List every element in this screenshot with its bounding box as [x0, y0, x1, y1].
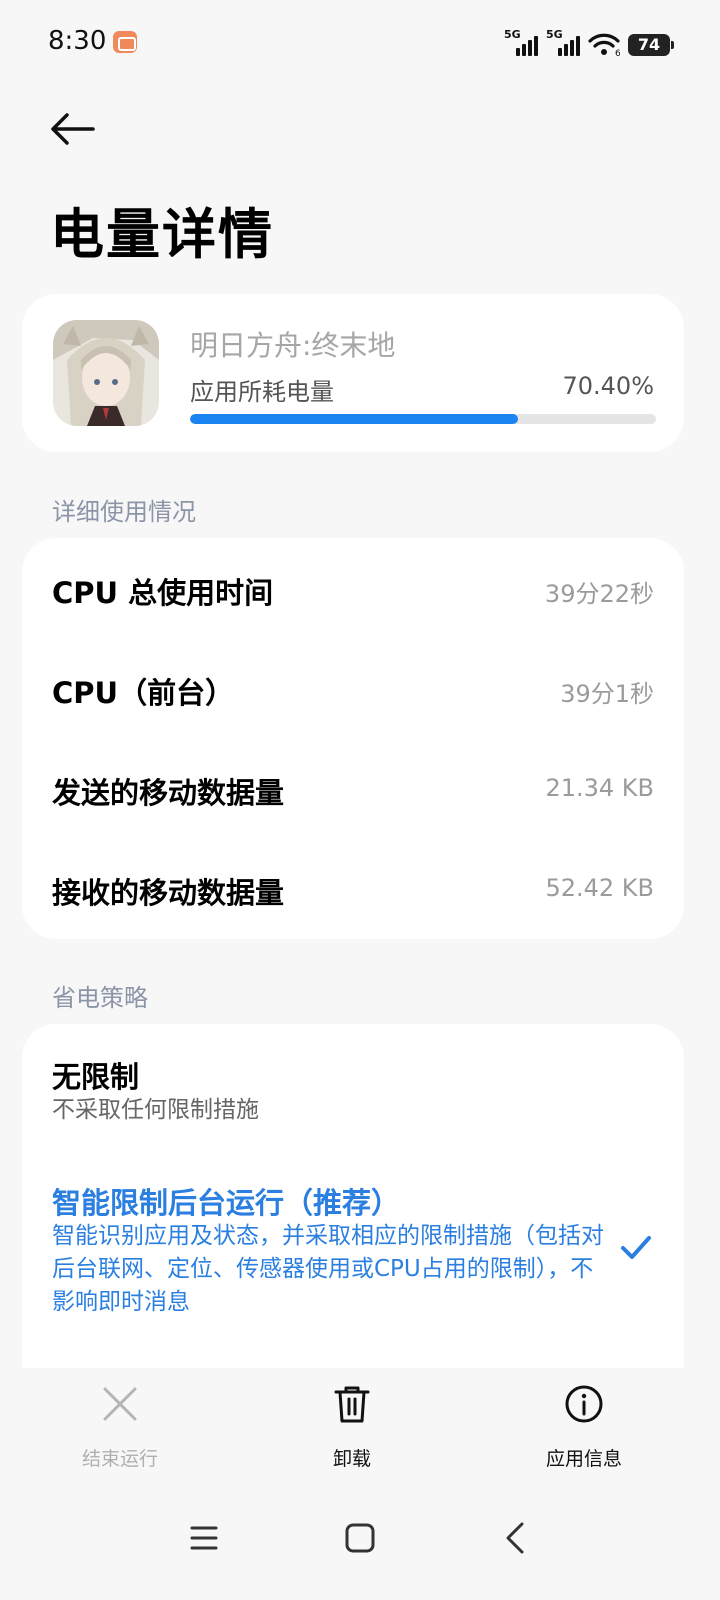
notification-app-icon: [113, 31, 137, 53]
page-title: 电量详情: [50, 203, 274, 266]
home-icon[interactable]: [340, 1518, 380, 1558]
uninstall-button[interactable]: 卸载: [292, 1384, 412, 1471]
detail-label: 发送的移动数据量: [52, 776, 285, 810]
detail-label: 接收的移动数据量: [52, 876, 285, 910]
detail-value: 21.34 KB: [545, 774, 654, 802]
info-icon: [565, 1385, 603, 1423]
details-section-title: 详细使用情况: [52, 498, 196, 526]
option-title: 智能限制后台运行（推荐）: [52, 1186, 401, 1220]
policy-card: 无限制 不采取任何限制措施 智能限制后台运行（推荐） 智能识别应用及状态，并采取…: [22, 1024, 684, 1384]
option-description: 不采取任何限制措施: [52, 1097, 259, 1123]
bottom-action-bar: 结束运行 卸载 应用信息: [0, 1368, 720, 1478]
app-name: 明日方舟:终末地: [190, 329, 396, 362]
app-usage-card: 明日方舟:终末地 应用所耗电量 70.40%: [22, 294, 684, 452]
detail-row-cpu-foreground: CPU（前台） 39分1秒: [22, 638, 684, 738]
detail-value: 39分1秒: [560, 680, 654, 708]
back-button[interactable]: [44, 106, 100, 152]
wifi-icon: 6: [588, 33, 620, 56]
option-description: 智能识别应用及状态，并采取相应的限制措施（包括对后台联网、定位、传感器使用或CP…: [52, 1223, 604, 1315]
option-title: 无限制: [52, 1060, 140, 1094]
policy-section-title: 省电策略: [52, 984, 148, 1012]
detail-value: 39分22秒: [544, 580, 654, 608]
close-icon: [103, 1387, 137, 1421]
status-bar: 8:30 5G 5G 6 74: [0, 0, 720, 86]
app-info-label: 应用信息: [545, 1448, 622, 1470]
back-nav-icon[interactable]: [496, 1518, 536, 1558]
svg-text:6: 6: [615, 49, 620, 56]
stop-running-button[interactable]: 结束运行: [60, 1384, 180, 1471]
details-card: CPU 总使用时间 39分22秒 CPU（前台） 39分1秒 发送的移动数据量 …: [22, 538, 684, 939]
app-info-button[interactable]: 应用信息: [524, 1384, 644, 1471]
menu-icon[interactable]: [184, 1518, 224, 1558]
battery-icon: 74: [628, 34, 674, 56]
usage-value: 70.40%: [562, 372, 654, 400]
status-time: 8:30: [48, 26, 107, 56]
status-icons: 5G 5G 6 74: [504, 28, 674, 56]
policy-option-unrestricted[interactable]: 无限制 不采取任何限制措施: [22, 1024, 684, 1154]
arrow-left-icon: [51, 113, 95, 145]
usage-label: 应用所耗电量: [190, 378, 334, 406]
app-icon: [53, 320, 159, 426]
detail-label: CPU（前台）: [52, 676, 235, 710]
usage-progress-fill: [190, 414, 519, 424]
stop-running-label: 结束运行: [81, 1448, 158, 1470]
policy-option-smart-restrict[interactable]: 智能限制后台运行（推荐） 智能识别应用及状态，并采取相应的限制措施（包括对后台联…: [22, 1164, 684, 1364]
cellular-signal-icon: 5G: [504, 28, 538, 56]
detail-label: CPU 总使用时间: [52, 576, 274, 610]
uninstall-label: 卸载: [332, 1448, 371, 1470]
detail-row-data-sent: 发送的移动数据量 21.34 KB: [22, 738, 684, 838]
checkmark-icon: [621, 1236, 651, 1259]
trash-icon: [334, 1386, 370, 1423]
usage-progress-bar: [190, 414, 656, 424]
cellular-signal-icon-2: 5G: [546, 28, 580, 56]
detail-row-cpu-total: CPU 总使用时间 39分22秒: [22, 538, 684, 638]
detail-value: 52.42 KB: [545, 874, 654, 902]
system-navigation-bar: [0, 1490, 720, 1600]
detail-row-data-received: 接收的移动数据量 52.42 KB: [22, 838, 684, 938]
